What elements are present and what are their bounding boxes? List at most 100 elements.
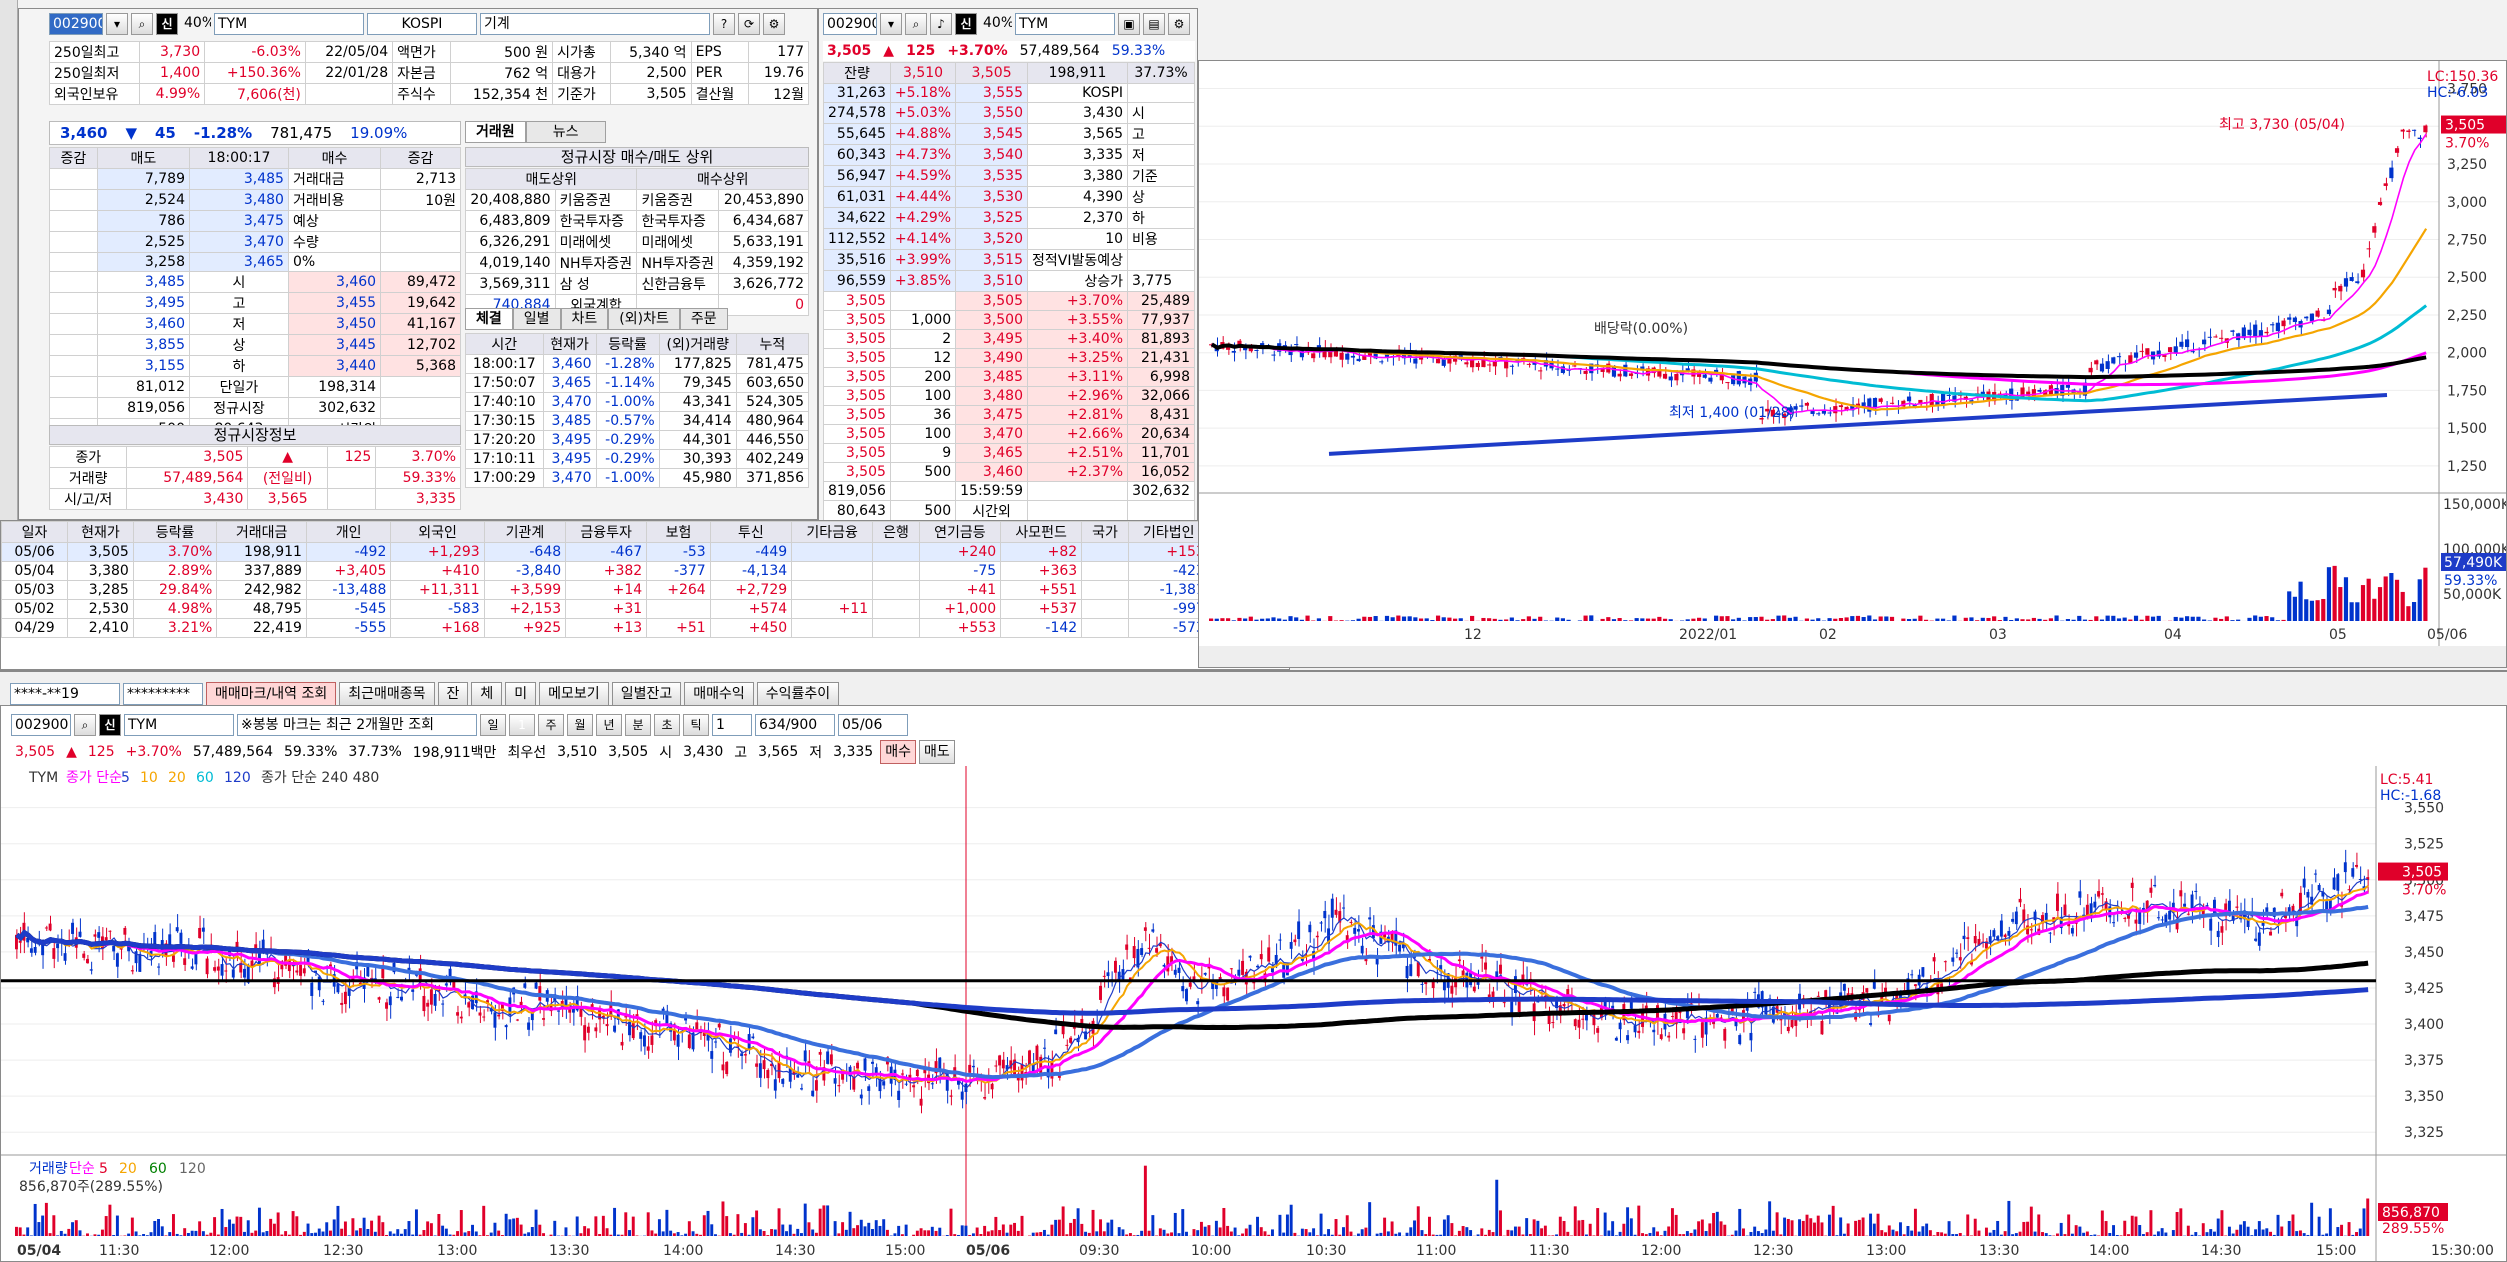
table-row[interactable]: 56,947 +4.59% 3,535 3,380 기준 <box>823 165 1195 187</box>
speaker-icon[interactable]: ♪ <box>930 13 952 35</box>
account-btn-7[interactable]: 매매수익 <box>684 682 754 706</box>
table-row[interactable]: 4,019,140 NH투자증권 NH투자증권 4,359,192 <box>465 252 809 274</box>
search-icon[interactable]: ⌕ <box>905 13 927 35</box>
minute-candle-chart[interactable]: 3,5503,5253,5003,4753,4503,4253,4003,375… <box>1 766 2507 1262</box>
table-row[interactable]: 3,505 3,505 +3.70% 25,489 <box>823 291 1195 311</box>
account-btn-6[interactable]: 일별잔고 <box>611 682 682 706</box>
daily-col[interactable]: 등락률 <box>132 521 218 543</box>
mini-code-input[interactable]: 002900 <box>11 714 71 736</box>
table-row[interactable]: 819,056 15:59:59 302,632 <box>823 481 1195 501</box>
table-row[interactable]: 6,326,291 미래에셋 미래에셋 5,633,191 <box>465 231 809 253</box>
account-btn-3[interactable]: 체 <box>471 682 503 706</box>
tick-col[interactable]: 시간 <box>465 333 544 355</box>
table-row[interactable]: 3,258 3,465 0% <box>49 252 461 272</box>
period-option-7[interactable]: 틱 <box>683 714 709 736</box>
table-row[interactable]: 17:40:10 3,470 -1.00% 43,341 524,305 <box>465 392 810 412</box>
table-row[interactable]: 274,578 +5.03% 3,550 3,430 시 <box>823 102 1195 124</box>
dropdown-icon[interactable]: ▾ <box>880 13 902 35</box>
hoga-code-input[interactable]: 002900 <box>823 13 877 35</box>
settings-icon[interactable]: ⚙ <box>763 13 785 35</box>
table-row[interactable]: 17:50:07 3,465 -1.14% 79,345 603,650 <box>465 373 810 393</box>
help-icon[interactable]: ? <box>713 13 735 35</box>
table-row[interactable]: 6,483,809 한국투자증 한국투자증 6,434,687 <box>465 210 809 232</box>
table-row[interactable]: 786 3,475 예상 <box>49 210 461 232</box>
account-btn-4[interactable]: 미 <box>505 682 537 706</box>
table-row[interactable]: 96,559 +3.85% 3,510 상승가 3,775 <box>823 270 1195 292</box>
tab-tick-3[interactable]: (외)차트 <box>608 308 680 330</box>
tab-tick-0[interactable]: 체결 <box>465 308 513 330</box>
daily-col[interactable]: 연기금등 <box>918 521 1002 543</box>
table-row[interactable]: 종가 3,505 ▲ 125 3.70% <box>48 446 461 468</box>
period-option-3[interactable]: 월 <box>567 714 593 736</box>
table-row[interactable]: 05/02 2,530 4.98% 48,795 -545 -583 +2,153 +31 +5… <box>1 599 1289 619</box>
account-btn-1[interactable]: 최근매매종목 <box>339 682 435 706</box>
search-icon[interactable]: ⌕ <box>74 714 96 736</box>
window-icon[interactable]: ▣ <box>1118 13 1140 35</box>
search-icon[interactable]: ⌕ <box>131 13 153 35</box>
table-row[interactable]: 34,622 +4.29% 3,525 2,370 하 <box>823 207 1195 229</box>
tick-col[interactable]: (외)거래량 <box>658 333 737 355</box>
table-row[interactable]: 20,408,880 키움증권 키움증권 20,453,890 <box>465 189 809 211</box>
table-row[interactable]: 3,855 상 3,445 12,702 <box>49 334 461 356</box>
table-row[interactable]: 31,263 +5.18% 3,555 KOSPI <box>823 83 1195 103</box>
table-row[interactable]: 3,495 고 3,455 19,642 <box>49 292 461 314</box>
table-row[interactable]: 60,343 +4.73% 3,540 3,335 저 <box>823 144 1195 166</box>
table-row[interactable]: 81,012 단일가 198,314 <box>49 376 461 398</box>
table-row[interactable]: 17:10:11 3,495 -0.29% 30,393 402,249 <box>465 449 810 469</box>
table-row[interactable]: 112,552 +4.14% 3,520 10 비용 <box>823 228 1195 250</box>
daily-col[interactable]: 현재가 <box>67 521 134 543</box>
daily-col[interactable]: 일자 <box>1 521 69 543</box>
table-row[interactable]: 3,505 100 3,480 +2.96% 32,066 <box>823 386 1195 406</box>
tab-tick-2[interactable]: 차트 <box>560 308 609 330</box>
account-btn-2[interactable]: 잔 <box>437 682 469 706</box>
table-row[interactable]: 시/고/저 3,430 3,565 3,335 <box>48 488 461 510</box>
table-row[interactable]: 05/04 3,380 2.89% 337,889 +3,405 +410 -3,840 +3… <box>1 561 1289 581</box>
table-row[interactable]: 819,056 정규시장 302,632 <box>49 397 461 419</box>
account-id-input[interactable]: ****-**19 <box>10 683 120 705</box>
table-row[interactable]: 17:20:20 3,495 -0.29% 44,301 446,550 <box>465 430 810 450</box>
table-row[interactable]: 04/29 2,410 3.21% 22,419 -555 +168 +925 +13 +51 +… <box>1 618 1289 638</box>
hoga-stock-name[interactable]: TYM <box>1015 13 1115 35</box>
code-input[interactable]: 002900 <box>49 13 103 35</box>
table-row[interactable]: 외국인보유 4.99% 7,606(천) 주식수 152,354 천 기준가 3,505 결산… <box>48 83 809 105</box>
settings-icon[interactable]: ⚙ <box>1168 13 1190 35</box>
table-row[interactable]: 3,505 36 3,475 +2.81% 8,431 <box>823 405 1195 425</box>
daily-col[interactable]: 거래대금 <box>216 521 307 543</box>
table-row[interactable]: 17:30:15 3,485 -0.57% 34,414 480,964 <box>465 411 810 431</box>
table-row[interactable]: 80,643 500 시간외 <box>823 500 1195 522</box>
table-row[interactable]: 2,525 3,470 수량 <box>49 231 461 253</box>
table-row[interactable]: 2,524 3,480 거래비용 10원 <box>49 189 461 211</box>
tab-broker[interactable]: 거래원 <box>465 121 526 143</box>
table-row[interactable]: 3,569,311 삼 성 신한금융투 3,626,772 <box>465 273 809 295</box>
mini-quote-item[interactable]: 매도 <box>918 740 955 764</box>
table-row[interactable]: 7,789 3,485 거래대금 2,713 <box>49 168 461 190</box>
daily-col[interactable]: 사모펀드 <box>1000 521 1083 543</box>
stock-name-field[interactable]: TYM <box>214 13 364 35</box>
period-option-0[interactable]: 일 <box>480 714 506 736</box>
table-row[interactable]: 3,505 9 3,465 +2.51% 11,701 <box>823 443 1195 463</box>
table-row[interactable]: 3,505 200 3,485 +3.11% 6,998 <box>823 367 1195 387</box>
period-option-4[interactable]: 년 <box>596 714 622 736</box>
table-row[interactable]: 3,485 시 3,460 89,472 <box>49 271 461 293</box>
period-option-5[interactable]: 분 <box>625 714 651 736</box>
daily-col[interactable]: 기관계 <box>483 521 567 543</box>
tab-tick-4[interactable]: 주문 <box>679 308 728 330</box>
tab-news[interactable]: 뉴스 <box>525 121 606 143</box>
table-row[interactable]: 61,031 +4.44% 3,530 4,390 상 <box>823 186 1195 208</box>
tick-col[interactable]: 등락률 <box>595 333 660 355</box>
table-row[interactable]: 3,505 1,000 3,500 +3.55% 77,937 <box>823 310 1195 330</box>
tick-col[interactable]: 누적 <box>735 333 810 355</box>
table-row[interactable]: 3,460 저 3,450 41,167 <box>49 313 461 335</box>
table-row[interactable]: 17:00:29 3,470 -1.00% 45,980 371,856 <box>465 468 810 488</box>
password-input[interactable]: ********* <box>123 683 203 705</box>
dropdown-icon[interactable]: ▾ <box>106 13 128 35</box>
table-row[interactable]: 3,505 500 3,460 +2.37% 16,052 <box>823 462 1195 482</box>
period-option-1[interactable]: 1 <box>509 714 535 736</box>
table-row[interactable]: 250일최고 3,730 -6.03% 22/05/04 액면가 500 원 시가총 5,34… <box>48 41 809 63</box>
daily-candle-chart[interactable]: 3,7503,5003,2503,0002,7502,5002,2502,000… <box>1199 61 2507 668</box>
mini-quote-item[interactable]: 매수 <box>880 740 916 764</box>
daily-col[interactable]: 은행 <box>872 521 920 543</box>
interval-input[interactable]: 1 <box>712 714 752 736</box>
table-row[interactable]: 55,645 +4.88% 3,545 3,565 고 <box>823 123 1195 145</box>
daily-col[interactable]: 개인 <box>305 521 392 543</box>
